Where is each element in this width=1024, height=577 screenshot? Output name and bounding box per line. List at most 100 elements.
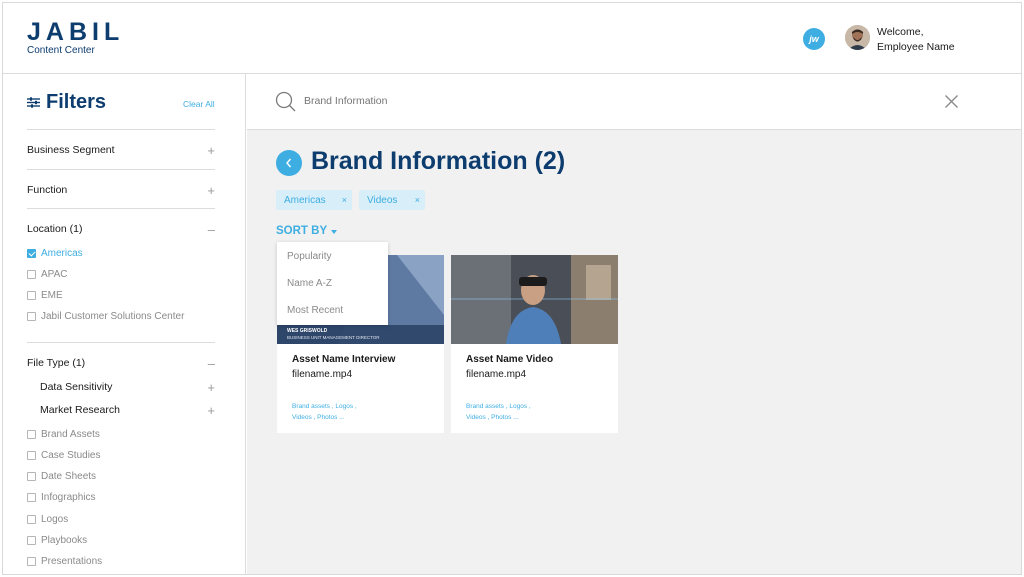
user-avatar[interactable] — [845, 25, 870, 50]
search-icon[interactable] — [275, 91, 296, 112]
search-input[interactable] — [304, 90, 904, 112]
divider — [27, 169, 215, 170]
asset-name[interactable]: Asset Name Interview — [292, 354, 395, 365]
divider — [27, 342, 215, 343]
chip-remove-icon[interactable]: × — [415, 195, 420, 205]
option-label: EME — [41, 289, 63, 301]
sort-option-name-a-z[interactable]: Name A-Z — [287, 278, 332, 289]
page-title: Brand Information (2) — [311, 147, 566, 175]
thumbnail-caption-title: BUSINESS UNIT MANAGEMENT DIRECTOR — [287, 335, 380, 340]
asset-tags: Brand assets , Logos , Videos , Photos .… — [466, 401, 606, 423]
checkbox-option-brand-assets[interactable]: Brand Assets — [27, 427, 100, 441]
filter-section-file-type[interactable]: File Type (1) – — [27, 354, 215, 372]
option-label: Date Sheets — [41, 470, 97, 482]
checkbox[interactable] — [27, 269, 36, 279]
divider — [27, 129, 215, 130]
checkbox-option-logos[interactable]: Logos — [27, 512, 68, 526]
asset-tags-line[interactable]: Videos , Photos ... — [292, 412, 432, 423]
option-label: Jabil Customer Solutions Center — [41, 310, 185, 322]
caret-down-icon — [331, 229, 338, 234]
checkbox-option-infographics[interactable]: Infographics — [27, 490, 95, 504]
checkbox[interactable] — [27, 492, 36, 502]
checkbox-option-americas[interactable]: Americas — [27, 246, 83, 260]
chip-label: Videos — [367, 194, 398, 206]
asset-tags: Brand assets , Logos , Videos , Photos .… — [292, 401, 432, 423]
avatar-photo-icon — [845, 25, 870, 50]
chip-label: Americas — [284, 194, 326, 206]
option-label: Logos — [41, 513, 69, 525]
checkbox-option-presentations[interactable]: Presentations — [27, 554, 102, 568]
back-button[interactable] — [276, 150, 302, 176]
subsection-label: Data Sensitivity — [40, 381, 113, 393]
section-label: Function — [27, 184, 68, 196]
option-label: Infographics — [41, 491, 96, 503]
expand-plus-icon[interactable]: + — [207, 183, 215, 198]
jabil-logo[interactable]: JABIL Content Center — [27, 19, 124, 57]
filter-section-function[interactable]: Function + — [27, 181, 215, 199]
subsection-label: Market Research — [40, 404, 120, 416]
checkbox[interactable] — [27, 471, 36, 481]
welcome-text: Welcome, Employee Name — [877, 25, 955, 55]
main-content: Brand Information (2) Americas × Videos … — [247, 74, 1021, 574]
filter-section-business-segment[interactable]: Business Segment + — [27, 141, 215, 159]
checkbox-option-playbooks[interactable]: Playbooks — [27, 533, 87, 547]
option-label: Playbooks — [41, 534, 88, 546]
expand-plus-icon[interactable]: + — [207, 380, 215, 395]
expand-plus-icon[interactable]: + — [207, 143, 215, 158]
filters-heading: Filters — [27, 91, 106, 114]
close-icon[interactable] — [945, 95, 958, 108]
collapse-minus-icon[interactable]: – — [208, 222, 215, 237]
checkbox-option-apac[interactable]: APAC — [27, 267, 68, 281]
thumbnail-caption-name: WES GRISWOLD — [287, 328, 328, 334]
welcome-greeting: Welcome, — [877, 26, 924, 38]
divider — [27, 208, 215, 209]
filter-subsection-market-research[interactable]: Market Research + — [40, 402, 215, 418]
checkbox[interactable] — [27, 311, 36, 321]
option-label: APAC — [41, 268, 68, 280]
employee-name: Employee Name — [877, 41, 955, 53]
section-label: File Type (1) — [27, 357, 86, 369]
search-bar — [247, 74, 1021, 130]
asset-card[interactable]: Asset Name Video filename.mp4 Brand asse… — [451, 255, 618, 433]
filter-subsection-data-sensitivity[interactable]: Data Sensitivity + — [40, 379, 215, 395]
sort-option-popularity[interactable]: Popularity — [287, 251, 331, 262]
asset-tags-line[interactable]: Videos , Photos ... — [466, 412, 606, 423]
checkbox-option-customer-solutions-center[interactable]: Jabil Customer Solutions Center — [27, 309, 184, 323]
checkbox[interactable] — [27, 556, 36, 566]
checkbox-option-case-studies[interactable]: Case Studies — [27, 448, 100, 462]
filter-chip-americas: Americas × — [276, 190, 352, 210]
chip-remove-icon[interactable]: × — [342, 195, 347, 205]
checkbox[interactable] — [27, 514, 36, 524]
option-label: Presentations — [41, 555, 103, 567]
app-badge-icon[interactable]: jw — [803, 28, 825, 50]
asset-name[interactable]: Asset Name Video — [466, 354, 553, 365]
collapse-minus-icon[interactable]: – — [208, 356, 215, 371]
checkbox-option-eme[interactable]: EME — [27, 288, 63, 302]
checkbox-option-date-sheets[interactable]: Date Sheets — [27, 469, 96, 483]
clear-all-link[interactable]: Clear All — [183, 99, 215, 109]
checkbox[interactable] — [27, 429, 36, 439]
expand-plus-icon[interactable]: + — [207, 403, 215, 418]
sliders-icon — [27, 97, 40, 108]
sort-options-menu: Popularity Name A-Z Most Recent — [277, 242, 388, 325]
vr-headset-thumbnail-image — [451, 255, 618, 344]
sort-by-dropdown[interactable]: SORT BY — [276, 225, 338, 237]
section-label: Location (1) — [27, 223, 83, 235]
logo-subtitle: Content Center — [27, 45, 95, 56]
asset-filename: filename.mp4 — [292, 369, 353, 380]
option-label: Americas — [41, 247, 83, 259]
filter-section-location[interactable]: Location (1) – — [27, 220, 215, 238]
asset-tags-line[interactable]: Brand assets , Logos , — [466, 401, 606, 412]
checkbox[interactable] — [27, 290, 36, 300]
filters-sidebar: Filters Clear All Business Segment + Fun… — [3, 74, 246, 574]
checkbox-checked[interactable] — [27, 248, 36, 258]
video-thumbnail[interactable] — [451, 255, 618, 344]
checkbox[interactable] — [27, 535, 36, 545]
chevron-left-icon — [286, 158, 292, 168]
sort-option-most-recent[interactable]: Most Recent — [287, 305, 343, 316]
app-window: JABIL Content Center jw Welcome, Employe… — [2, 2, 1022, 575]
asset-tags-line[interactable]: Brand assets , Logos , — [292, 401, 432, 412]
filter-chip-videos: Videos × — [359, 190, 425, 210]
section-label: Business Segment — [27, 144, 115, 156]
checkbox[interactable] — [27, 450, 36, 460]
